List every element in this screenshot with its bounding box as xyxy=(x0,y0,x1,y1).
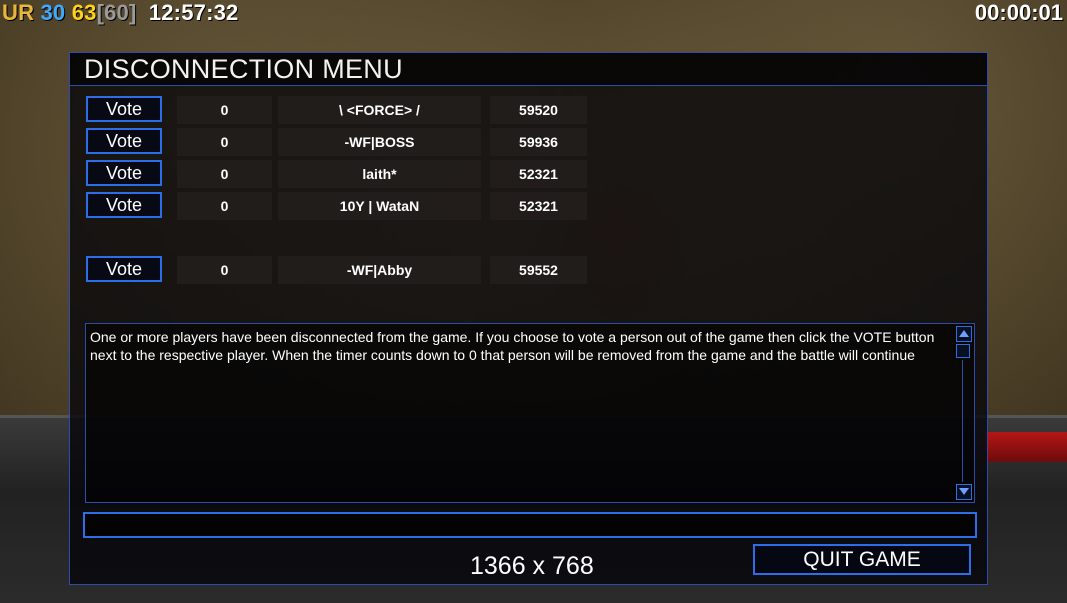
dialog-title: DISCONNECTION MENU xyxy=(84,54,403,84)
player-votes: 0 xyxy=(177,256,272,284)
hud-stats: UR 30 63[60] 12:57:32 xyxy=(2,0,238,26)
scroll-down-arrow-icon[interactable] xyxy=(956,484,972,500)
player-ping: 52321 xyxy=(490,160,587,188)
player-name: -WF|BOSS xyxy=(278,128,481,156)
game-control-bar-accent xyxy=(985,432,1067,462)
message-scrollbar[interactable] xyxy=(954,324,974,502)
disconnection-message: One or more players have been disconnect… xyxy=(90,329,935,363)
player-votes: 0 xyxy=(177,160,272,188)
vote-button[interactable]: Vote xyxy=(86,192,162,218)
hud-value-2: 63 xyxy=(71,0,97,25)
player-ping: 52321 xyxy=(490,192,587,220)
player-name: \ <FORCE> / xyxy=(278,96,481,124)
scroll-thumb[interactable] xyxy=(956,344,970,358)
vote-button[interactable]: Vote xyxy=(86,96,162,122)
chat-input[interactable] xyxy=(83,512,977,538)
player-votes: 0 xyxy=(177,192,272,220)
scroll-up-arrow-icon[interactable] xyxy=(956,326,972,342)
player-ping: 59552 xyxy=(490,256,587,284)
player-ping: 59520 xyxy=(490,96,587,124)
message-box: One or more players have been disconnect… xyxy=(85,323,975,503)
vote-button[interactable]: Vote xyxy=(86,128,162,154)
quit-game-button[interactable]: QUIT GAME xyxy=(753,544,971,575)
dialog-title-bar: DISCONNECTION MENU xyxy=(70,53,987,86)
player-ping: 59936 xyxy=(490,128,587,156)
disconnection-dialog: DISCONNECTION MENU Vote 0 \ <FORCE> / 59… xyxy=(69,52,988,585)
player-name: -WF|Abby xyxy=(278,256,481,284)
hud-fps: [60] xyxy=(96,0,137,25)
hud-clock: 12:57:32 xyxy=(148,0,239,25)
player-name: laith* xyxy=(278,160,481,188)
vote-button[interactable]: Vote xyxy=(86,256,162,282)
hud-game-timer: 00:00:01 xyxy=(974,0,1063,25)
hud-value-1: 30 xyxy=(40,0,66,25)
scroll-track xyxy=(962,360,963,482)
player-name: 10Y | WataN xyxy=(278,192,481,220)
player-votes: 0 xyxy=(177,128,272,156)
vote-button[interactable]: Vote xyxy=(86,160,162,186)
player-votes: 0 xyxy=(177,96,272,124)
hud-ur: UR xyxy=(2,0,35,25)
resolution-label: 1366 x 768 xyxy=(470,552,594,580)
